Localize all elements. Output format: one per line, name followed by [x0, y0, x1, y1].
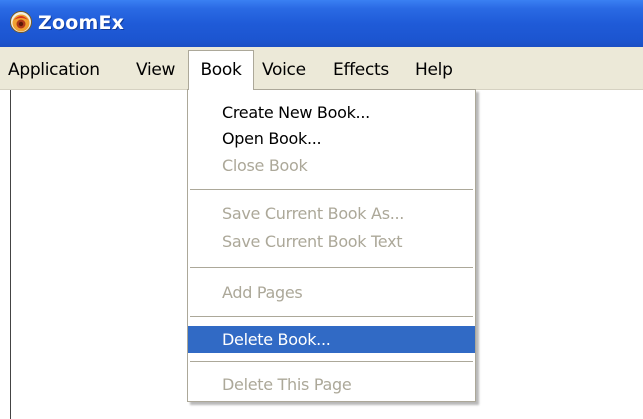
menu-item-save-current-book-text: Save Current Book Text: [222, 232, 403, 251]
menu-item-close-book: Close Book: [222, 156, 308, 175]
menu-item-save-current-book-as: Save Current Book As...: [222, 204, 405, 223]
menu-item-add-pages: Add Pages: [222, 283, 303, 302]
menu-item-create-new-book[interactable]: Create New Book...: [188, 99, 475, 126]
menu-voice[interactable]: Voice: [262, 50, 306, 90]
menu-separator: [190, 267, 473, 268]
zoomex-app-icon: [10, 11, 32, 33]
menu-item-delete-this-page: Delete This Page: [222, 375, 352, 394]
window-title: ZoomEx: [38, 12, 125, 34]
application-window: ZoomEx Application View Book Voice Effec…: [0, 0, 643, 419]
menu-separator: [190, 361, 473, 362]
menu-view[interactable]: View: [136, 50, 175, 90]
menu-item-open-book[interactable]: Open Book...: [188, 125, 475, 152]
menu-separator: [190, 316, 473, 317]
book-menu-dropdown: Create New Book... Open Book... Close Bo…: [187, 89, 476, 402]
menu-separator: [190, 189, 473, 190]
title-bar[interactable]: ZoomEx: [0, 0, 643, 47]
menu-item-delete-book[interactable]: Delete Book...: [188, 326, 475, 353]
menu-application[interactable]: Application: [8, 50, 100, 90]
menu-effects[interactable]: Effects: [333, 50, 389, 90]
menu-book[interactable]: Book: [188, 50, 254, 90]
menu-help[interactable]: Help: [415, 50, 453, 90]
